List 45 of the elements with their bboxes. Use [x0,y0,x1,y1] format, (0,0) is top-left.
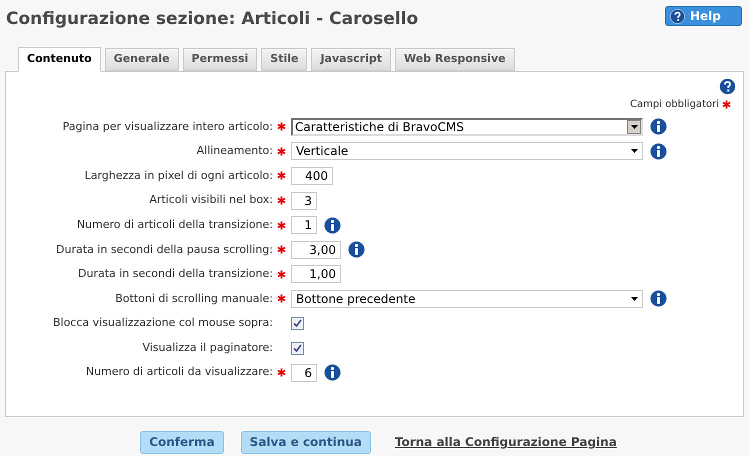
tab[interactable]: Contenuto [18,46,101,72]
info-icon[interactable] [650,118,667,136]
field-label: Pagina per visualizzare intero articolo: [62,118,274,135]
checkbox[interactable] [291,317,304,330]
form-button[interactable]: Conferma [140,430,224,454]
form-button[interactable]: Salva e continua [240,430,371,454]
page-title: Configurazione sezione: Articoli - Carosello [6,8,418,31]
caret-icon [631,296,638,301]
info-icon[interactable] [650,290,667,308]
input-field[interactable]: 1,00 [291,265,341,284]
tab[interactable]: Generale [104,48,179,70]
help-icon[interactable] [719,78,736,94]
field-label: Visualizza il paginatore: [141,340,274,356]
input-field[interactable]: 3 [291,192,317,210]
field-label: Durata in secondi della transizione: [76,266,274,282]
input-field[interactable]: 400 [291,166,333,185]
field-label: Larghezza in pixel di ogni articolo: [84,168,274,184]
tab[interactable]: Permessi [182,48,258,70]
back-link[interactable]: Torna alla Configurazione Pagina [394,433,617,451]
dropdown-field[interactable]: Caratteristiche di BravoCMS [291,118,643,136]
input-field[interactable]: 6 [291,364,317,382]
tab[interactable]: Web Responsive [394,48,515,70]
info-icon[interactable] [324,364,341,382]
tab[interactable]: Stile [261,48,308,70]
field-label: Bottoni di scrolling manuale: [114,290,274,307]
required-note: Campi obbligatori [630,98,719,112]
info-icon[interactable] [324,216,341,234]
info-icon[interactable] [348,241,365,258]
input-field[interactable]: 1 [291,216,317,234]
caret-icon [630,124,638,129]
caret-icon [631,149,638,154]
asterisk-icon [722,100,731,108]
field-label: Numero di articoli della transizione: [76,216,274,233]
input-field[interactable]: 3,00 [291,240,341,259]
info-icon[interactable] [650,142,667,160]
field-label: Durata in secondi della pausa scrolling: [55,242,274,258]
tab[interactable]: Javascript [311,48,391,70]
field-label: Allineamento: [196,143,274,160]
dropdown-field[interactable]: Verticale [291,142,643,160]
dropdown-field[interactable]: Bottone precedente [291,290,643,308]
field-label: Numero di articoli da visualizzare: [84,364,274,380]
field-label: Articoli visibili nel box: [148,192,274,208]
help-icon[interactable] [670,8,685,24]
field-label: Blocca visualizzazione col mouse sopra: [52,315,274,332]
checkbox[interactable] [291,342,304,355]
